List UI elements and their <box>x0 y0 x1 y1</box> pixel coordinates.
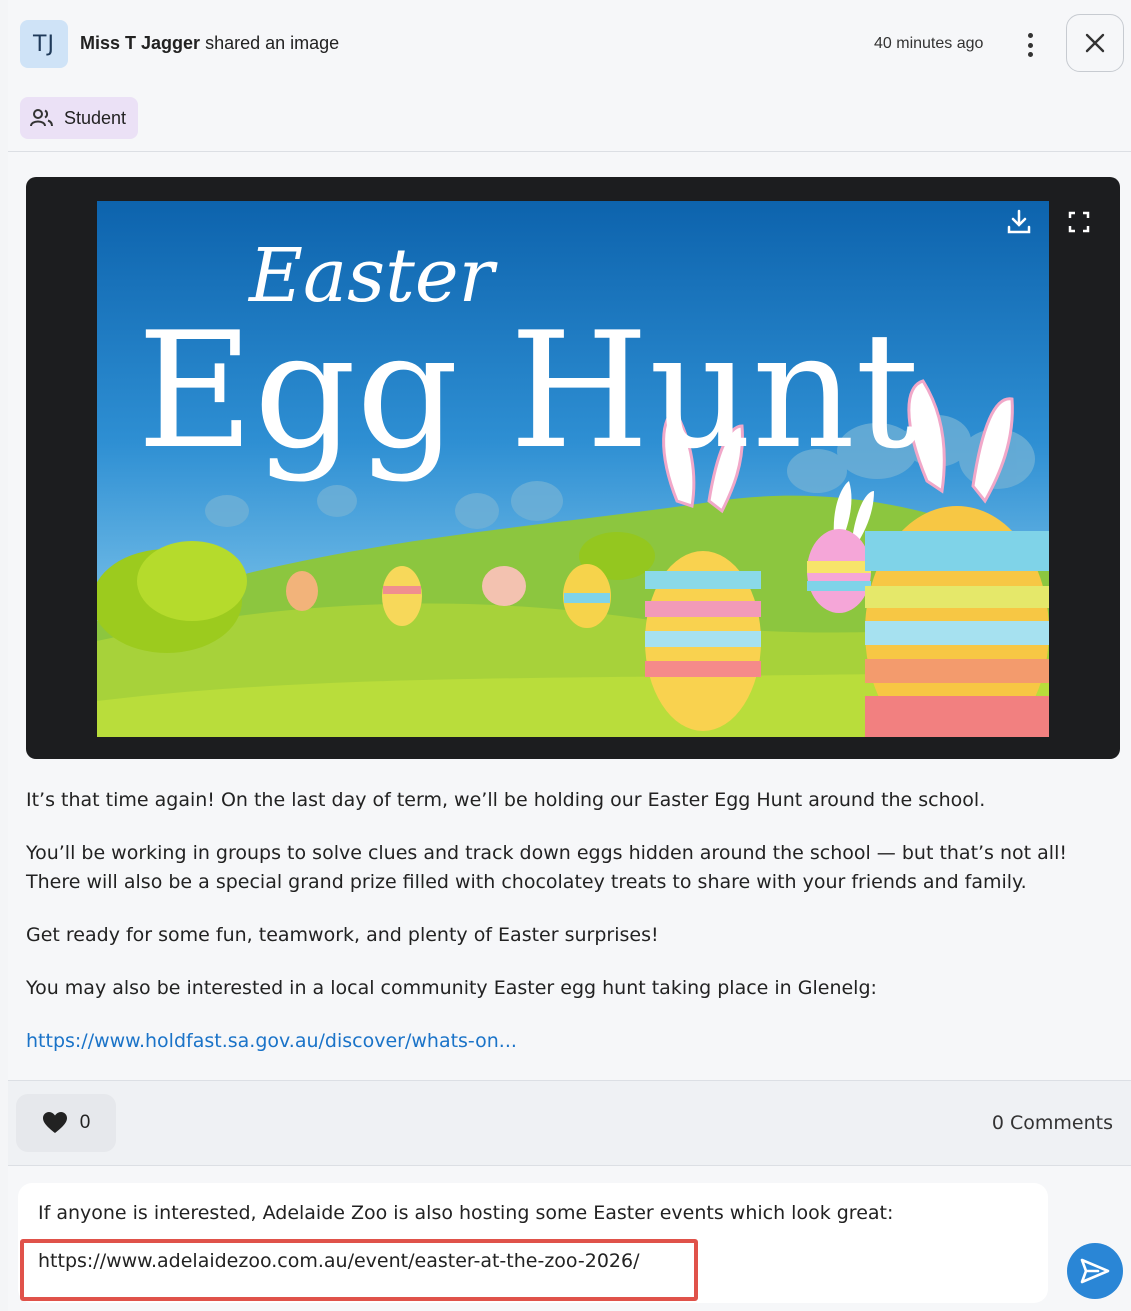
like-count: 0 <box>79 1112 91 1133</box>
comment-text-line: If anyone is interested, Adelaide Zoo is… <box>38 1202 894 1224</box>
post-timestamp: 40 minutes ago <box>874 35 984 52</box>
post-detail-panel: TJ Miss T Jagger shared an image 40 minu… <box>8 0 1131 1311</box>
comments-count[interactable]: 0 Comments <box>992 1112 1113 1134</box>
kebab-menu-icon[interactable] <box>1018 30 1042 60</box>
image-viewer: Easter Egg Hunt <box>26 177 1120 759</box>
audience-label: Student <box>64 107 127 128</box>
post-paragraph: It’s that time again! On the last day of… <box>26 789 986 811</box>
post-image[interactable]: Easter Egg Hunt <box>97 201 1049 737</box>
reactions-bar: 0 0 Comments <box>8 1080 1131 1166</box>
download-icon[interactable] <box>1004 207 1034 237</box>
avatar[interactable]: TJ <box>20 20 68 68</box>
heart-icon <box>42 1112 67 1133</box>
people-icon <box>30 109 53 127</box>
audience-badge: Student <box>20 97 139 139</box>
post-paragraph: You may also be interested in a local co… <box>26 977 877 999</box>
author-name[interactable]: Miss T Jagger <box>80 33 200 53</box>
author-line: Miss T Jagger shared an image <box>80 33 339 54</box>
post-link[interactable]: https://www.holdfast.sa.gov.au/discover/… <box>26 1030 517 1052</box>
post-header: TJ Miss T Jagger shared an image 40 minu… <box>8 0 1131 152</box>
like-button[interactable]: 0 <box>16 1094 116 1152</box>
post-body: It’s that time again! On the last day of… <box>26 786 1116 1080</box>
send-icon <box>1080 1258 1110 1284</box>
highlight-annotation <box>20 1239 698 1301</box>
image-title-main: Egg Hunt <box>137 297 919 484</box>
easter-egg-hunt-illustration: Easter Egg Hunt <box>97 233 1049 737</box>
close-button[interactable] <box>1066 14 1124 72</box>
send-button[interactable] <box>1067 1243 1123 1299</box>
post-paragraph: Get ready for some fun, teamwork, and pl… <box>26 924 659 946</box>
post-paragraph: You’ll be working in groups to solve clu… <box>26 842 1067 893</box>
close-icon <box>1085 33 1105 53</box>
fullscreen-icon[interactable] <box>1064 207 1094 237</box>
post-action: shared an image <box>205 33 340 53</box>
